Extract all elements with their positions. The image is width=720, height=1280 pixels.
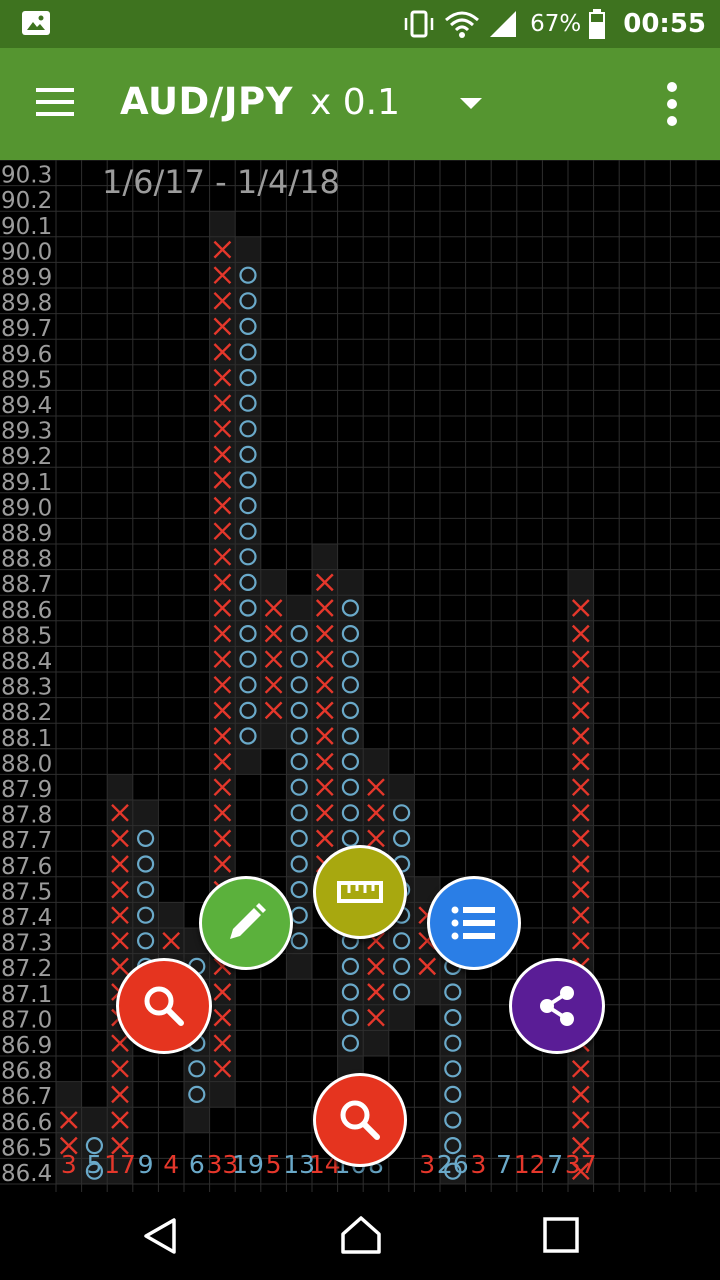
y-tick-label: 89.1	[1, 470, 52, 496]
column-count-label: 12	[514, 1150, 546, 1179]
column-count-label: 5	[266, 1150, 282, 1179]
share-icon	[540, 986, 574, 1026]
y-tick-label: 88.0	[1, 751, 52, 777]
clock: 00:55	[623, 9, 706, 39]
battery-icon	[589, 9, 606, 39]
date-range-label: 1/6/17 - 1/4/18	[102, 163, 340, 201]
menu-icon[interactable]	[36, 88, 76, 118]
column-count-label: 17	[104, 1150, 136, 1179]
column-count-label: 4	[163, 1150, 179, 1179]
system-nav-bar	[0, 1192, 720, 1280]
y-tick-label: 87.4	[1, 905, 52, 931]
ruler-icon	[337, 881, 383, 903]
y-tick-label: 87.7	[1, 828, 52, 854]
y-tick-label: 89.4	[1, 393, 52, 419]
wifi-icon	[445, 11, 480, 38]
y-tick-label: 87.0	[1, 1007, 52, 1033]
list-fab[interactable]	[427, 876, 521, 970]
column-count-label: 9	[138, 1150, 154, 1179]
ruler-fab[interactable]	[313, 845, 407, 939]
y-tick-label: 88.1	[1, 726, 52, 752]
overflow-menu-icon[interactable]	[662, 82, 682, 126]
column-count-label: 7	[547, 1150, 563, 1179]
y-tick-label: 86.7	[1, 1084, 52, 1110]
y-tick-label: 88.9	[1, 521, 52, 547]
box-size-label[interactable]: x 0.1	[310, 82, 400, 123]
vibrate-icon	[404, 10, 434, 38]
y-tick-label: 89.5	[1, 367, 52, 393]
y-tick-label: 88.7	[1, 572, 52, 598]
column-count-label: 6	[189, 1150, 205, 1179]
battery-percent: 67%	[530, 11, 582, 37]
dropdown-arrow-icon[interactable]	[460, 98, 482, 109]
y-tick-label: 89.8	[1, 291, 52, 317]
y-tick-label: 88.6	[1, 598, 52, 624]
y-tick-label: 90.2	[1, 188, 52, 214]
column-count-label: 37	[565, 1150, 597, 1179]
zoom-icon	[144, 986, 184, 1026]
column-count-label: 19	[232, 1150, 264, 1179]
y-tick-label: 88.8	[1, 547, 52, 573]
y-tick-label: 87.3	[1, 931, 52, 957]
y-tick-label: 89.3	[1, 419, 52, 445]
y-tick-label: 86.8	[1, 1059, 52, 1085]
y-tick-label: 88.5	[1, 623, 52, 649]
column-count-label: 5	[86, 1150, 102, 1179]
recents-icon[interactable]	[542, 1216, 580, 1254]
share-fab[interactable]	[509, 958, 605, 1054]
y-tick-label: 86.9	[1, 1033, 52, 1059]
y-tick-label: 89.2	[1, 444, 52, 470]
y-tick-label: 89.9	[1, 265, 52, 291]
y-tick-label: 88.2	[1, 700, 52, 726]
y-tick-label: 89.6	[1, 342, 52, 368]
y-tick-label: 90.3	[1, 163, 52, 189]
point-and-figure-chart[interactable]: 90.390.290.190.089.989.889.789.689.589.4…	[0, 160, 720, 1192]
signal-icon	[490, 11, 517, 37]
y-tick-label: 87.8	[1, 803, 52, 829]
y-axis: 90.390.290.190.089.989.889.789.689.589.4…	[1, 163, 52, 1187]
status-bar: 67% 00:55	[0, 0, 720, 48]
back-icon[interactable]	[140, 1216, 180, 1256]
y-tick-label: 90.0	[1, 239, 52, 265]
y-tick-label: 89.0	[1, 495, 52, 521]
y-tick-label: 88.4	[1, 649, 52, 675]
zoom-icon	[340, 1100, 380, 1140]
column-count-label: 3	[470, 1150, 486, 1179]
y-tick-label: 86.5	[1, 1135, 52, 1161]
y-tick-label: 87.6	[1, 854, 52, 880]
pencil-icon	[230, 903, 266, 939]
y-tick-label: 89.7	[1, 316, 52, 342]
y-tick-label: 86.4	[1, 1161, 52, 1187]
y-tick-label: 87.1	[1, 982, 52, 1008]
column-count-label: 3	[61, 1150, 77, 1179]
column-count-label: 3	[419, 1150, 435, 1179]
symbol-title[interactable]: AUD/JPY	[120, 80, 293, 123]
y-tick-label: 87.9	[1, 777, 52, 803]
y-tick-label: 88.3	[1, 675, 52, 701]
edit-fab[interactable]	[199, 876, 293, 970]
y-tick-label: 87.5	[1, 879, 52, 905]
column-count-label: 26	[437, 1150, 469, 1179]
column-count-label: 7	[496, 1150, 512, 1179]
y-tick-label: 86.6	[1, 1110, 52, 1136]
gallery-icon	[22, 11, 50, 35]
app-bar: AUD/JPY x 0.1	[0, 48, 720, 160]
column-shade	[235, 236, 261, 775]
y-tick-label: 87.2	[1, 956, 52, 982]
y-tick-label: 90.1	[1, 214, 52, 240]
home-icon[interactable]	[340, 1214, 382, 1256]
zoom-bottom-fab[interactable]	[313, 1073, 407, 1167]
list-icon	[451, 906, 495, 940]
zoom-fab[interactable]	[116, 958, 212, 1054]
